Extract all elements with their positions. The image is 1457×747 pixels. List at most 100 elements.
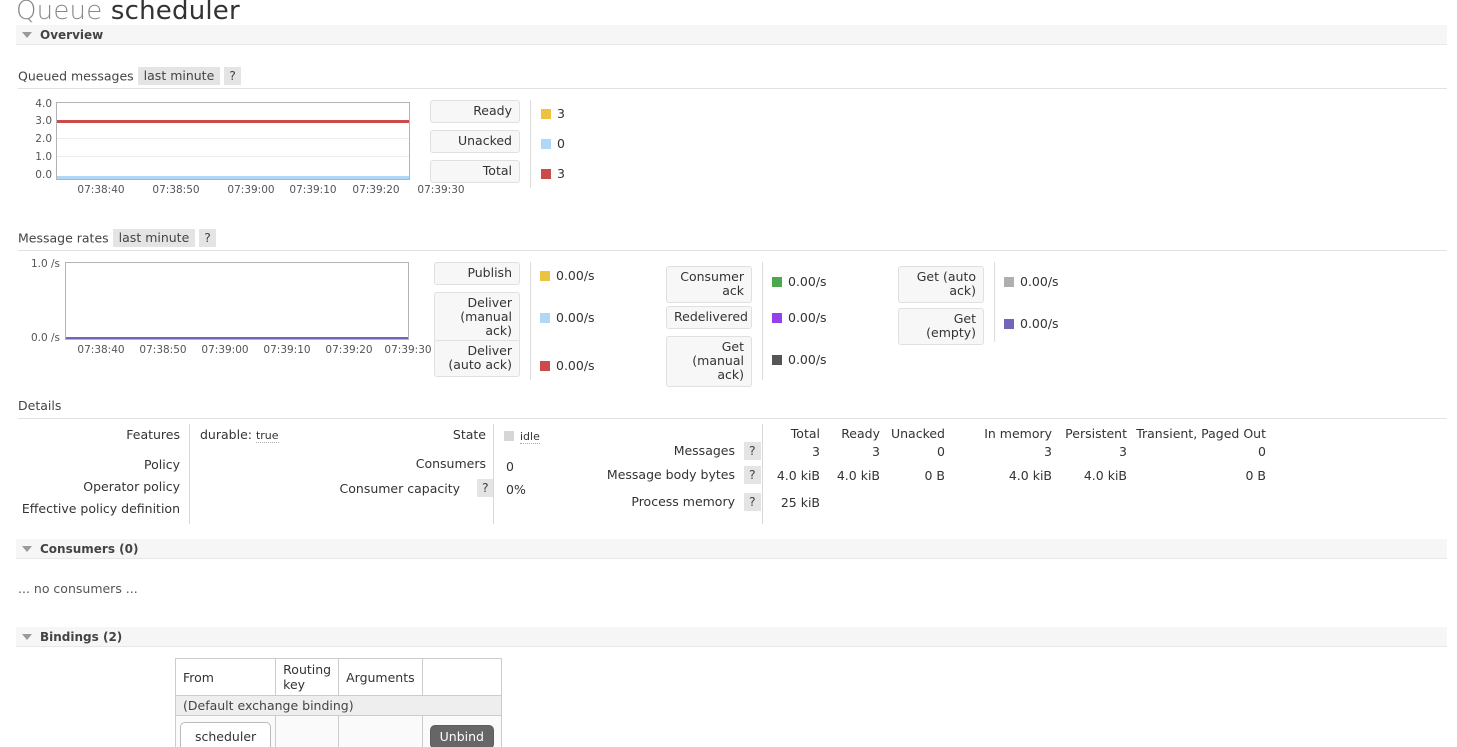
stats-cell-process-memory-total: 25 kiB	[780, 495, 820, 510]
legend-button-get-manual-ack[interactable]: Get (manual ack)	[666, 336, 752, 387]
series-line-total	[57, 120, 409, 123]
binding-from-queue-button[interactable]: scheduler	[180, 722, 272, 747]
binding-arguments-cell	[338, 715, 423, 747]
legend-divider	[994, 262, 995, 342]
legend-value-unacked-text: 0	[557, 136, 565, 151]
legend-divider	[762, 262, 763, 380]
legend-value-redelivered: 0.00/s	[772, 310, 827, 325]
color-swatch-total-icon	[541, 169, 551, 179]
state-swatch-icon	[504, 431, 514, 441]
bindings-col-arguments[interactable]: Arguments	[338, 658, 423, 696]
legend-row-redelivered: Redelivered	[666, 306, 752, 332]
message-rates-plot-area	[65, 262, 409, 340]
legend-value-get-auto-ack: 0.00/s	[1004, 274, 1059, 289]
x-tick: 07:39:00	[227, 184, 275, 196]
legend-row-get-manual-ack: Get (manual ack)	[666, 336, 752, 387]
legend-value-get-empty: 0.00/s	[1004, 316, 1059, 331]
stats-cell-messages-unacked: 0	[937, 444, 945, 459]
binding-action-cell: Unbind	[421, 715, 502, 747]
queued-messages-rule	[18, 88, 1447, 89]
color-swatch-get-manual-ack-icon	[772, 355, 782, 365]
y-tick: 1.0	[35, 151, 52, 163]
section-header-bindings[interactable]: Bindings (2)	[16, 627, 1447, 647]
queued-messages-help-icon[interactable]: ?	[224, 67, 241, 85]
series-line-unacked	[57, 176, 409, 179]
legend-value-deliver-auto-ack: 0.00/s	[540, 358, 595, 373]
queued-messages-period-chip[interactable]: last minute	[137, 67, 221, 85]
legend-row-get-auto-ack: Get (auto ack)	[898, 266, 984, 303]
legend-row-consumer-ack: Consumer ack	[666, 266, 752, 303]
unbind-button[interactable]: Unbind	[429, 724, 494, 747]
details-value-consumer-capacity: 0%	[506, 482, 526, 497]
section-header-overview-label: Overview	[40, 28, 104, 42]
details-value-state: idle	[504, 428, 540, 444]
stats-cell-messages-transient: 0	[1258, 444, 1266, 459]
legend-button-deliver-auto-ack[interactable]: Deliver (auto ack)	[434, 340, 520, 377]
legend-value-deliver-auto-ack-text: 0.00/s	[556, 358, 595, 373]
y-tick: 2.0	[35, 133, 52, 145]
details-label-effective-policy-definition: Effective policy definition	[21, 501, 180, 516]
x-tick: 07:39:10	[263, 344, 311, 356]
bindings-col-routing-key[interactable]: Routing key	[275, 658, 340, 696]
legend-button-publish[interactable]: Publish	[434, 262, 520, 285]
binding-from-cell: scheduler	[174, 715, 277, 747]
gridline	[57, 138, 409, 139]
y-tick: 0.0 /s	[30, 332, 60, 344]
stats-cell-bytes-persistent: 4.0 kiB	[1083, 468, 1127, 483]
chevron-down-icon	[22, 634, 32, 640]
bindings-col-from[interactable]: From	[174, 658, 277, 696]
message-rates-legend-col1: Publish Deliver (manual ack) Deliver (au…	[434, 262, 614, 382]
legend-value-deliver-manual-ack-text: 0.00/s	[556, 310, 595, 325]
color-swatch-unacked-icon	[541, 139, 551, 149]
details-rule	[18, 418, 1447, 419]
chevron-down-icon	[22, 546, 32, 552]
x-tick: 07:38:40	[77, 184, 125, 196]
legend-button-ready[interactable]: Ready	[430, 100, 520, 123]
y-tick: 1.0 /s	[30, 258, 60, 270]
legend-value-total: 3	[541, 166, 565, 181]
y-tick: 4.0	[35, 98, 52, 110]
legend-button-redelivered[interactable]: Redelivered	[666, 306, 752, 329]
page-title-kind: Queue	[16, 0, 103, 26]
details-value-features: durable: true	[200, 427, 279, 443]
legend-row-deliver-manual-ack: Deliver (manual ack)	[434, 292, 520, 343]
consumer-capacity-help-icon[interactable]: ?	[477, 479, 494, 497]
details-heading: Details	[18, 398, 62, 413]
details-left-divider	[189, 424, 190, 524]
legend-button-total[interactable]: Total	[430, 160, 520, 183]
consumers-empty-text: ... no consumers ...	[18, 581, 138, 596]
details-label-consumers: Consumers	[415, 456, 486, 471]
legend-button-get-auto-ack[interactable]: Get (auto ack)	[898, 266, 984, 303]
color-swatch-publish-icon	[540, 271, 550, 281]
queue-detail-page: Queue scheduler Overview Queued messages…	[0, 0, 1457, 747]
message-rates-heading: Message rates last minute?	[18, 229, 216, 251]
legend-value-get-manual-ack: 0.00/s	[772, 352, 827, 367]
legend-value-ready-text: 3	[557, 106, 565, 121]
queued-messages-plot-area	[56, 102, 410, 180]
legend-button-get-empty[interactable]: Get (empty)	[898, 308, 984, 345]
series-line-rates-zero	[66, 337, 408, 339]
legend-divider	[530, 262, 531, 380]
details-features-value: true	[255, 429, 279, 443]
x-tick: 07:39:20	[325, 344, 373, 356]
legend-value-unacked: 0	[541, 136, 565, 151]
legend-row-total: Total	[430, 160, 520, 186]
bindings-default-exchange-label: (Default exchange binding)	[175, 695, 502, 716]
section-header-consumers[interactable]: Consumers (0)	[16, 539, 1447, 559]
legend-button-deliver-manual-ack[interactable]: Deliver (manual ack)	[434, 292, 520, 343]
message-rates-chart: 1.0 /s 0.0 /s 07:38:40 07:38:50 07:39:00…	[16, 258, 432, 358]
message-rates-help-icon[interactable]: ?	[199, 229, 216, 247]
legend-value-consumer-ack-text: 0.00/s	[788, 274, 827, 289]
legend-button-consumer-ack[interactable]: Consumer ack	[666, 266, 752, 303]
stats-cell-bytes-unacked: 0 B	[924, 468, 945, 483]
legend-button-unacked[interactable]: Unacked	[430, 130, 520, 153]
details-features-key: durable:	[200, 427, 252, 442]
bindings-col-actions	[421, 658, 502, 696]
color-swatch-ready-icon	[541, 109, 551, 119]
message-rates-label: Message rates	[18, 230, 109, 246]
message-rates-period-chip[interactable]: last minute	[112, 229, 196, 247]
section-header-overview[interactable]: Overview	[16, 25, 1447, 45]
binding-routing-key-cell	[275, 715, 340, 747]
legend-row-get-empty: Get (empty)	[898, 308, 984, 345]
x-tick: 07:39:20	[352, 184, 400, 196]
